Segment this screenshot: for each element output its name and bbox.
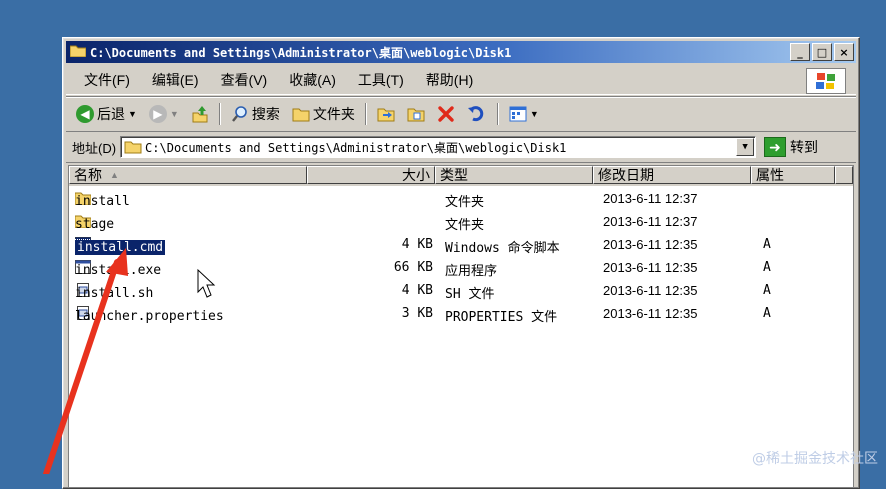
column-header-type[interactable]: 类型 xyxy=(435,166,593,184)
menu-bar: 文件(F) 编辑(E) 查看(V) 收藏(A) 工具(T) 帮助(H) xyxy=(66,66,856,95)
table-row[interactable]: install 文件夹 2013-6-11 12:37 xyxy=(69,188,853,211)
folders-button[interactable]: 文件夹 xyxy=(288,102,359,126)
folder-icon xyxy=(69,44,87,60)
file-type: SH 文件 xyxy=(445,287,495,302)
minimize-button[interactable]: _ xyxy=(790,43,810,61)
go-button[interactable]: ➜ 转到 xyxy=(764,137,818,157)
back-button[interactable]: ◀ 后退 ▼ xyxy=(72,102,141,126)
dropdown-arrow-icon: ▼ xyxy=(169,109,179,119)
explorer-window: C:\Documents and Settings\Administrator\… xyxy=(62,37,860,489)
file-name: install.exe xyxy=(75,263,162,278)
folder-icon xyxy=(292,108,310,122)
standard-toolbar: ◀ 后退 ▼ ▶ ▼ 搜索 文件夹 ▼ xyxy=(66,96,856,132)
table-row[interactable]: install.sh 4 KB SH 文件 2013-6-11 12:35 A xyxy=(69,280,853,303)
file-attributes: A xyxy=(763,283,771,298)
file-date: 2013-6-11 12:37 xyxy=(603,191,698,206)
file-size: 4 KB xyxy=(401,283,433,298)
views-button[interactable]: ▼ xyxy=(505,104,543,124)
file-type: 应用程序 xyxy=(445,264,498,279)
delete-icon xyxy=(438,106,454,122)
toolbar-separator xyxy=(218,103,221,125)
file-date: 2013-6-11 12:37 xyxy=(603,214,698,229)
column-header-size[interactable]: 大小 xyxy=(307,166,435,184)
menu-edit[interactable]: 编辑(E) xyxy=(144,68,207,92)
address-dropdown-button[interactable]: ▼ xyxy=(736,138,755,156)
maximize-button[interactable]: □ xyxy=(812,43,832,61)
go-arrow-icon: ➜ xyxy=(764,137,787,157)
dropdown-arrow-icon: ▼ xyxy=(128,109,137,119)
address-field[interactable]: C:\Documents and Settings\Administrator\… xyxy=(120,136,757,158)
file-type: Windows 命令脚本 xyxy=(445,241,560,256)
address-bar: 地址(D) C:\Documents and Settings\Administ… xyxy=(66,132,856,163)
file-type: PROPERTIES 文件 xyxy=(445,310,558,325)
delete-button[interactable] xyxy=(433,103,459,125)
move-to-button[interactable] xyxy=(373,104,399,124)
dropdown-arrow-icon: ▼ xyxy=(529,109,539,119)
menu-view[interactable]: 查看(V) xyxy=(213,68,276,92)
title-bar[interactable]: C:\Documents and Settings\Administrator\… xyxy=(66,41,856,63)
search-label: 搜索 xyxy=(251,106,280,122)
menu-help[interactable]: 帮助(H) xyxy=(418,68,481,92)
menu-file[interactable]: 文件(F) xyxy=(76,68,138,92)
table-row[interactable]: launcher.properties 3 KB PROPERTIES 文件 2… xyxy=(69,303,853,326)
toolbar-separator xyxy=(496,103,499,125)
column-header-name[interactable]: 名称 ▲ xyxy=(69,166,307,184)
column-header-date[interactable]: 修改日期 xyxy=(593,166,751,184)
forward-arrow-icon: ▶ xyxy=(148,105,167,123)
menu-tools[interactable]: 工具(T) xyxy=(350,68,412,92)
file-size: 66 KB xyxy=(393,260,433,275)
views-icon xyxy=(509,106,527,122)
column-headers: 名称 ▲ 大小 类型 修改日期 属性 xyxy=(69,166,853,186)
undo-button[interactable] xyxy=(463,103,491,125)
file-attributes: A xyxy=(763,306,771,321)
move-to-icon xyxy=(377,108,395,122)
window-title: C:\Documents and Settings\Administrator\… xyxy=(90,45,512,60)
search-icon xyxy=(231,106,247,122)
close-button[interactable]: × xyxy=(834,43,854,61)
menu-favorites[interactable]: 收藏(A) xyxy=(281,68,344,92)
file-name: install.sh xyxy=(75,286,154,301)
undo-icon xyxy=(467,106,484,122)
table-row-selected[interactable]: install.cmd 4 KB Windows 命令脚本 2013-6-11 … xyxy=(69,234,853,257)
back-arrow-icon: ◀ xyxy=(76,105,94,123)
file-name: launcher.properties xyxy=(75,309,224,324)
address-label: 地址(D) xyxy=(72,140,117,156)
file-date: 2013-6-11 12:35 xyxy=(603,237,698,252)
file-attributes: A xyxy=(763,237,771,252)
copy-to-button[interactable] xyxy=(403,104,429,124)
folder-icon xyxy=(124,141,142,154)
up-arrow-icon xyxy=(192,106,208,123)
forward-button[interactable]: ▶ ▼ xyxy=(145,103,183,125)
folders-label: 文件夹 xyxy=(312,106,355,122)
windows-logo-icon xyxy=(806,68,846,94)
back-label: 后退 xyxy=(97,106,125,122)
file-attributes: A xyxy=(763,260,771,275)
file-size: 4 KB xyxy=(401,237,433,252)
copy-to-icon xyxy=(407,108,425,122)
file-rows: install 文件夹 2013-6-11 12:37 stage 文件夹 20… xyxy=(69,188,853,326)
sort-arrow-icon: ▲ xyxy=(110,170,119,180)
file-list[interactable]: 名称 ▲ 大小 类型 修改日期 属性 install 文件夹 2013-6-11… xyxy=(68,165,854,488)
table-row[interactable]: stage 文件夹 2013-6-11 12:37 xyxy=(69,211,853,234)
file-name: install xyxy=(75,194,130,209)
column-header-filler xyxy=(835,166,853,184)
file-name: stage xyxy=(75,217,115,232)
toolbar-separator xyxy=(364,103,367,125)
address-value: C:\Documents and Settings\Administrator\… xyxy=(145,140,567,155)
up-folder-button[interactable] xyxy=(187,103,213,125)
file-date: 2013-6-11 12:35 xyxy=(603,260,698,275)
watermark: @稀土掘金技术社区 xyxy=(752,451,878,467)
file-name: install.cmd xyxy=(73,239,167,256)
column-header-attributes[interactable]: 属性 xyxy=(751,166,835,184)
file-type: 文件夹 xyxy=(445,195,485,210)
file-date: 2013-6-11 12:35 xyxy=(603,283,698,298)
file-type: 文件夹 xyxy=(445,218,485,233)
table-row[interactable]: install.exe 66 KB 应用程序 2013-6-11 12:35 A xyxy=(69,257,853,280)
file-date: 2013-6-11 12:35 xyxy=(603,306,698,321)
search-button[interactable]: 搜索 xyxy=(227,102,284,126)
file-size: 3 KB xyxy=(401,306,433,321)
go-label: 转到 xyxy=(790,139,819,155)
